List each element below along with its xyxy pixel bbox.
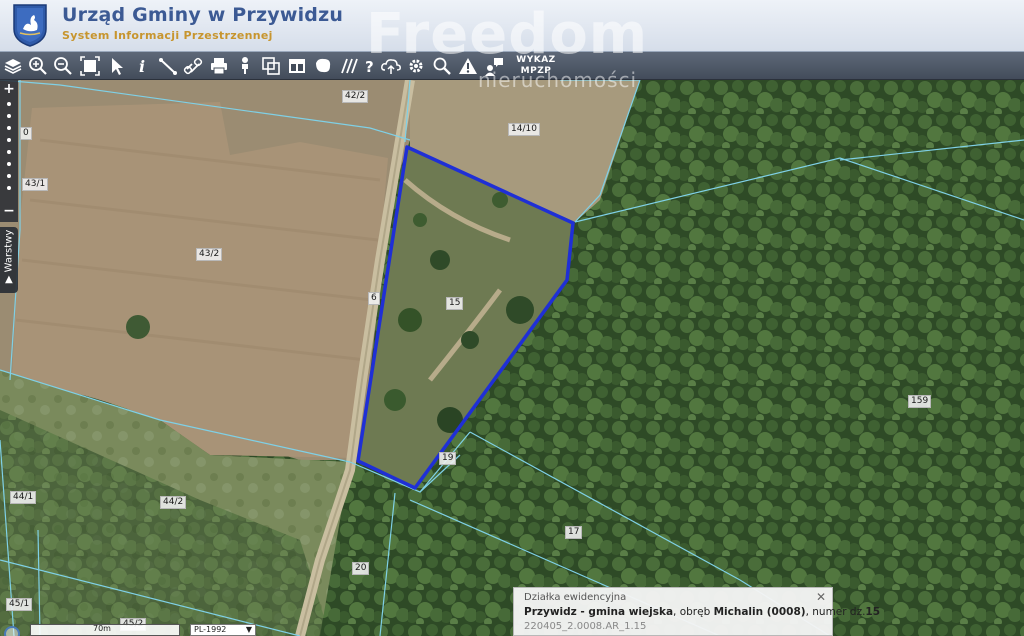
parcel-description[interactable]: Przywidz - gmina wiejska, obręb Michalin… <box>524 606 880 618</box>
zoom-level-dot[interactable] <box>7 102 11 106</box>
popup-title: Działka ewidencyjna <box>524 592 627 603</box>
user-chat-icon[interactable] <box>483 55 505 77</box>
zoom-out-icon[interactable] <box>52 55 74 77</box>
zoom-level-dot[interactable] <box>7 150 11 154</box>
measure-line-icon[interactable] <box>157 55 179 77</box>
shape-icon[interactable] <box>312 55 334 77</box>
link-icon[interactable] <box>182 55 204 77</box>
gmina-name: Przywidz - gmina wiejska <box>524 606 674 618</box>
app-header: Urząd Gminy w Przywidzu System Informacj… <box>0 0 1024 52</box>
parcel-label: 0 <box>20 127 32 140</box>
zoom-slider: + − <box>0 80 18 222</box>
parcel-label: 15 <box>446 297 464 310</box>
parcel-label: 43/1 <box>22 178 49 191</box>
parcel-identifier: 220405_2.0008.AR_1.15 <box>524 621 647 632</box>
zoom-in-button[interactable]: + <box>2 82 16 96</box>
parcel-label: 14/10 <box>508 123 540 136</box>
print-icon[interactable] <box>208 55 230 77</box>
page-title: Urząd Gminy w Przywidzu <box>62 4 344 26</box>
obreb-name: Michalin (0008) <box>713 606 806 618</box>
orthophoto-map <box>0 80 1024 636</box>
zoom-extent-icon[interactable] <box>79 55 101 77</box>
copy-icon[interactable] <box>260 55 282 77</box>
parcel-label: 17 <box>565 526 583 539</box>
mpzp-label: MPZP <box>520 66 552 76</box>
zoom-level-dot[interactable] <box>7 174 11 178</box>
window-layout-icon[interactable] <box>286 55 308 77</box>
info-icon[interactable]: i <box>131 55 153 77</box>
search-icon[interactable] <box>431 55 453 77</box>
zoom-in-icon[interactable] <box>27 55 49 77</box>
map-toolbar: i ? WYKAZ MPZP <box>0 52 1024 80</box>
zoom-level-dot[interactable] <box>7 114 11 118</box>
zoom-level-dot[interactable] <box>7 186 11 190</box>
svg-text:?: ? <box>365 58 374 76</box>
parcel-label: 44/2 <box>160 496 187 509</box>
zoom-out-button[interactable]: − <box>2 204 16 218</box>
parcel-label: 42/2 <box>342 90 369 103</box>
parcel-info-popup: Działka ewidencyjna Przywidz - gmina wie… <box>513 587 880 636</box>
parcel-label: 20 <box>352 562 370 575</box>
crs-value: PL-1992 <box>194 625 227 634</box>
zoom-level-dot[interactable] <box>7 138 11 142</box>
parcel-label: 19 <box>439 452 457 465</box>
chevron-down-icon: ▼ <box>245 625 252 634</box>
gear-icon[interactable] <box>405 55 427 77</box>
wykaz-label: WYKAZ <box>516 55 556 65</box>
parcel-label: 159 <box>908 395 932 408</box>
crs-select[interactable]: PL-1992 ▼ <box>190 624 256 636</box>
parcel-label: 6 <box>368 292 380 305</box>
parcel-label: 43/2 <box>196 248 223 261</box>
page-subtitle: System Informacji Przestrzennej <box>62 29 273 42</box>
layers-tab-label: ▶ Warstwy <box>3 229 15 284</box>
warning-icon[interactable] <box>457 55 479 77</box>
scale-bar: 70m <box>30 624 180 636</box>
cloud-upload-icon[interactable] <box>380 55 402 77</box>
street-view-icon[interactable] <box>234 55 256 77</box>
close-icon[interactable]: ✕ <box>815 591 827 603</box>
map-view[interactable]: 42/2 14/10 43/1 43/2 6 15 159 19 44/1 44… <box>0 80 1024 636</box>
zoom-level-dot[interactable] <box>7 162 11 166</box>
separator-text: , numer dz. <box>805 606 866 618</box>
parcel-number: 15 <box>865 606 881 618</box>
scale-label: 70m <box>93 624 111 633</box>
parcel-label: 45/1 <box>6 598 33 611</box>
svg-text:i: i <box>139 57 145 76</box>
coat-of-arms-logo <box>12 3 48 47</box>
parcel-label: 44/1 <box>10 491 37 504</box>
zoom-level-dot[interactable] <box>7 126 11 130</box>
hatch-icon[interactable] <box>338 55 360 77</box>
separator-text: , obręb <box>673 606 714 618</box>
layers-icon[interactable] <box>2 55 24 77</box>
layers-panel-toggle[interactable]: ▶ Warstwy <box>0 227 18 293</box>
help-icon[interactable]: ? <box>360 55 382 77</box>
pointer-icon[interactable] <box>106 55 128 77</box>
globe-icon[interactable] <box>4 626 20 636</box>
wykaz-mpzp-button[interactable]: WYKAZ MPZP <box>512 55 560 77</box>
